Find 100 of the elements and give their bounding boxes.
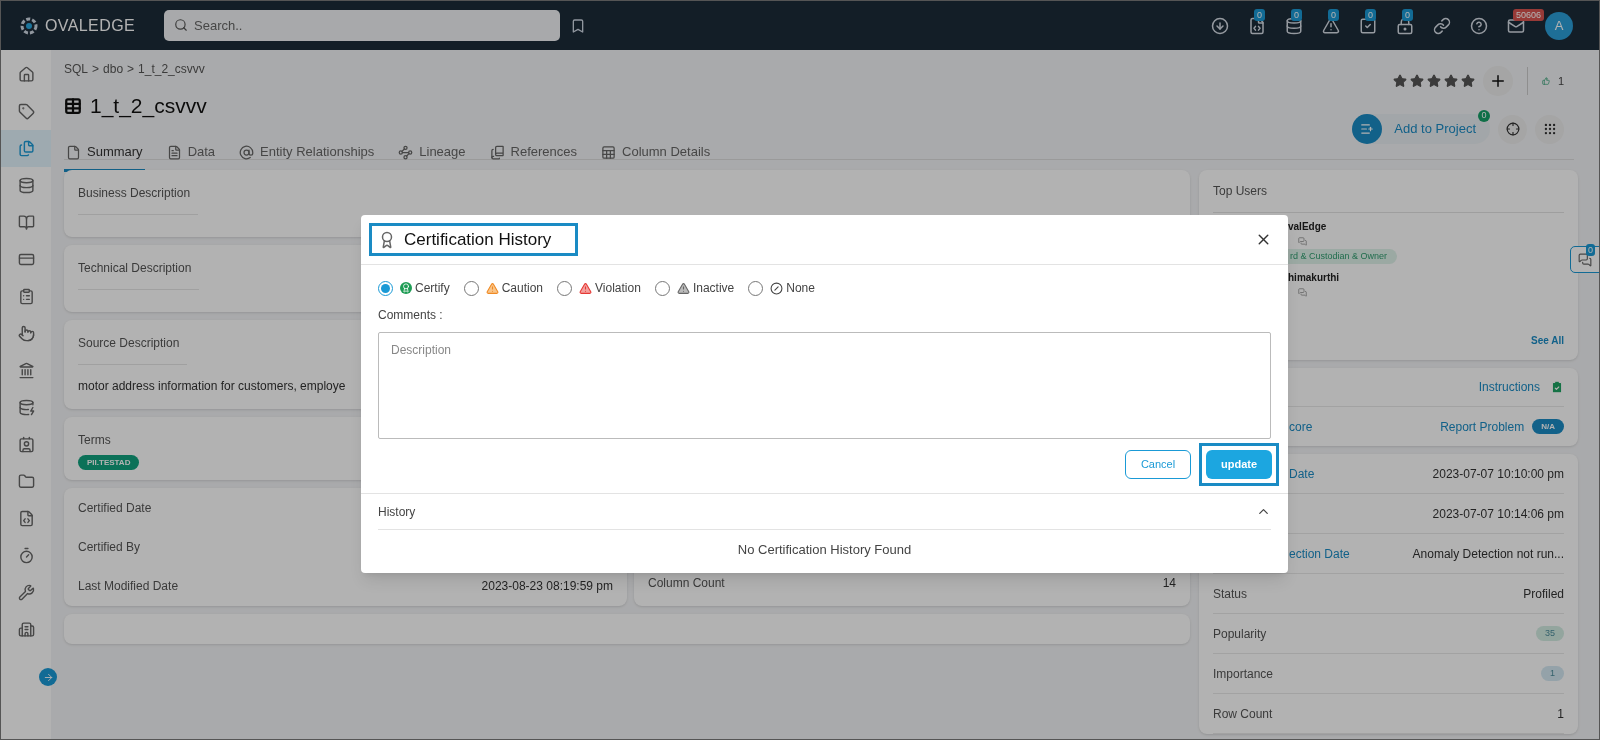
star-icon[interactable] [1443,74,1458,88]
logo-text: OVALEDGE [45,15,136,36]
count-badge: 0 [1254,8,1265,21]
radio-option[interactable]: Caution [463,279,544,297]
radio-option[interactable]: None [748,279,815,297]
files-icon [17,140,35,157]
term-tag[interactable]: PII.TESTAD [78,455,140,470]
role-tag: rd & Custodian & Owner [1288,249,1398,264]
field-value: 2023-07-07 10:10:00 pm [1432,465,1564,483]
target-button[interactable] [1498,114,1527,144]
avatar[interactable]: A [1545,11,1573,40]
field-label: Certified By [78,539,141,556]
grid-icon [1542,122,1557,136]
database-icon [17,177,35,194]
empty-message: No Certification History Found [736,541,913,559]
apps-button[interactable] [1535,114,1564,144]
wrench-icon [17,584,35,601]
add-project-icon [1352,114,1383,144]
instructions-link[interactable]: Instructions [1478,378,1540,396]
field-label: Column Count [648,575,725,592]
field-value: Profiled [1523,585,1564,603]
field-label: Row Count [1213,705,1273,723]
tab[interactable]: Entity Relationships [237,135,377,172]
card-label: Terms [78,432,112,449]
tab[interactable]: Column Details [599,135,713,172]
cancel-button[interactable]: Cancel [1125,449,1191,479]
like-count: 1 [1557,73,1564,89]
book-icon [489,144,505,160]
user-name[interactable]: himakurthi [1288,270,1340,285]
chat-button[interactable]: 0 [1570,246,1599,273]
card-title: Top Users [1213,183,1268,200]
logo-icon [19,15,39,36]
count-badge: 35 [1536,626,1564,641]
breadcrumb-link[interactable]: SQL [64,60,88,78]
star-icon[interactable] [1409,74,1424,88]
table-icon [601,144,617,160]
tab[interactable]: Data [164,135,218,172]
timer-icon [17,547,35,564]
update-button[interactable]: update [1206,449,1272,479]
field-label: Certified Date [78,499,152,517]
star-icon[interactable] [1392,74,1407,88]
bank-icon [17,362,35,379]
database-icon[interactable] [1285,16,1303,35]
breadcrumb-link[interactable]: dbo [103,60,124,78]
field-value: 1 [1557,705,1564,723]
add-button[interactable] [1482,66,1513,96]
at-sign-icon [239,144,255,160]
contact-icon [17,436,35,453]
card-label: Business Description [78,184,199,215]
count-badge: 0 [1291,8,1302,21]
bookmark-icon[interactable] [570,17,586,34]
score-link[interactable]: core [1289,417,1313,436]
field-value: 2023-08-23 08:19:59 pm [481,578,613,596]
comments-field[interactable]: Description [378,332,1271,439]
download-icon[interactable] [1211,16,1229,35]
sidebar-item[interactable] [1,130,51,167]
tab[interactable]: References [487,135,580,172]
search-field[interactable]: Search.. [164,10,560,41]
radio-option[interactable]: Inactive [654,279,735,297]
expand-sidebar-button[interactable] [39,668,57,686]
arrow-right-icon [42,671,54,683]
status-badge: N/A [1532,419,1564,434]
comments-label: Comments : [378,307,443,324]
folder-icon [17,473,35,490]
section-title: History [378,503,416,521]
code-file-icon[interactable] [1248,16,1266,35]
count-badge: 0 [1365,8,1376,21]
count-badge: 50606 [1513,8,1545,21]
field-label[interactable]: ection Date [1289,544,1350,563]
page-title: 1_t_2_csvvv [90,93,207,120]
breadcrumb-link[interactable]: 1_t_2_csvvv [138,60,205,78]
card-label: Source Description [78,334,188,365]
checkbox-icon[interactable] [1359,16,1377,35]
table-icon [64,96,82,115]
field-label[interactable]: Date [1289,464,1315,483]
star-icon[interactable] [1460,74,1475,88]
lineage-icon [398,144,414,160]
help-icon[interactable] [1470,16,1488,35]
report-problem-link[interactable]: Report Problem [1440,417,1525,436]
count-badge: 0 [1478,110,1490,122]
radio-option[interactable]: Violation [557,279,641,297]
description-text: motor address information for customers, employe [78,378,347,395]
card-label: Technical Description [78,259,200,290]
star-icon[interactable] [1426,74,1441,88]
see-all-link[interactable]: See All [1531,333,1564,348]
tag-icon [17,103,35,120]
file-icon [66,144,81,160]
database-icon [17,399,35,416]
radio-option[interactable]: Certify [378,279,450,297]
field-value: 2023-07-07 10:14:06 pm [1432,505,1564,523]
search-icon [174,18,188,32]
field-label: Last Modified Date [78,578,179,596]
warning-icon [579,281,593,295]
document-icon [166,144,182,160]
link-icon[interactable] [1433,16,1451,35]
tab[interactable]: Lineage [396,135,468,172]
breadcrumb-separator: > [92,61,100,78]
code-file-icon [17,510,35,527]
user-name[interactable]: valEdge [1288,219,1327,234]
field-value: Anomaly Detection not run... [1412,545,1564,563]
